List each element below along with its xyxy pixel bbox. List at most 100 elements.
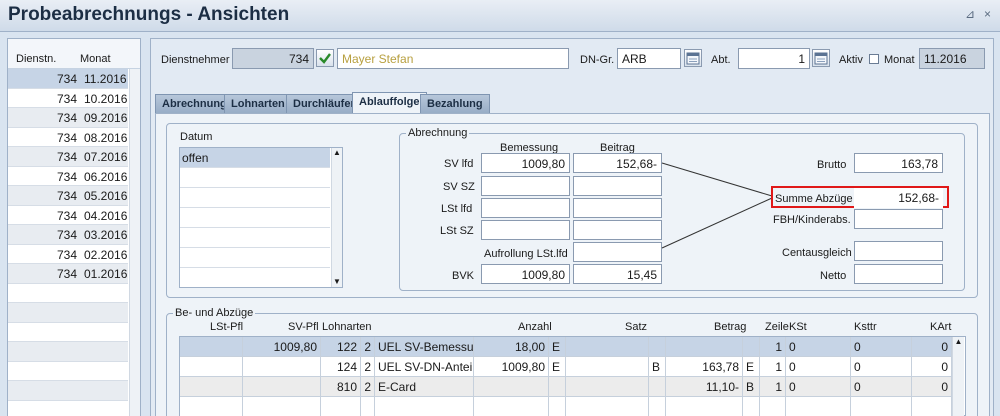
netto-label: Netto [820,270,847,282]
list-item-monat: 08.2016 [84,130,128,145]
dienstnehmer-name-field[interactable]: Mayer Stefan [337,48,569,69]
datum-list[interactable]: offen ▲ ▼ [179,147,343,288]
list-item[interactable]: 734 07.2016 [8,147,128,167]
list-item-monat: 03.2016 [84,228,128,242]
cell-name: UEL SV-Bemessung [375,337,474,357]
col-anzahl[interactable]: Anzahl [518,321,552,333]
col-zeile[interactable]: Zeile [765,321,789,333]
cell-sv [243,357,321,377]
list-item[interactable]: 734 06.2016 [8,167,128,186]
check-icon[interactable] [316,49,334,67]
datum-row[interactable]: offen [180,148,330,168]
abrechnung-title: Abrechnung [406,127,470,139]
list-item[interactable] [8,381,128,401]
cell-kst [786,397,851,416]
list-item-dienstn: 734 [56,189,77,203]
list-item[interactable] [8,362,128,381]
cell-ksttr: 0 [851,357,912,377]
list-item[interactable]: 734 04.2016 [8,206,128,225]
abzuege-title: Be- und Abzüge [173,307,256,319]
datum-row[interactable] [180,188,330,208]
col-betrag[interactable]: Betrag [714,321,746,333]
dngr-label: DN-Gr. [580,54,615,66]
tab-bezahlung[interactable]: Bezahlung [420,94,490,113]
cell-s2 [649,337,666,357]
col-lst-pfl[interactable]: LSt-Pfl [210,321,243,333]
list-item[interactable]: 734 10.2016 [8,89,128,108]
centausgleich-label: Centausgleich [782,247,852,259]
abzuege-scrollbar[interactable]: ▲ [952,337,964,416]
datum-row[interactable] [180,208,330,228]
col-kst[interactable]: KSt [789,321,807,333]
list-item-monat: 02.2016 [84,247,128,262]
cell-b2: B [743,377,760,397]
list-item[interactable]: 734 09.2016 [8,108,128,128]
col-satz[interactable]: Satz [625,321,647,333]
cell-sv [243,377,321,397]
cell-s2: B [649,357,666,377]
col-ksttr[interactable]: Ksttr [854,321,877,333]
summe-abzuege-field: 152,68- [854,188,943,208]
col-sv-pfl[interactable]: SV-Pfl [288,321,319,333]
cell-kart: 0 [912,357,952,377]
cell-b2 [743,397,760,416]
restore-icon[interactable]: ⊿ [965,7,975,21]
close-icon[interactable]: × [984,7,991,21]
datum-row[interactable] [180,168,330,188]
dienstnehmer-nr-field[interactable]: 734 [232,48,314,69]
col-header-dienstn[interactable]: Dienstn. [16,53,56,65]
list-item-monat: 07.2016 [84,150,128,164]
aktiv-checkbox[interactable] [869,54,879,64]
list-item-dienstn: 734 [56,91,77,106]
cell-sv: 1009,80 [243,337,321,357]
table-row[interactable] [180,397,952,416]
list-scrollbar[interactable] [129,69,140,416]
bvk-beitrag: 15,45 [573,264,662,284]
tab-durchlaeufer[interactable]: Durchläufer [286,94,362,113]
list-item[interactable]: 734 11.2016 [8,69,128,89]
list-item-monat: 06.2016 [84,169,128,184]
list-item[interactable] [8,303,128,323]
cell-ksttr: 0 [851,377,912,397]
list-item[interactable]: 734 08.2016 [8,128,128,147]
table-row[interactable]: 1009,801222UEL SV-Bemessung18,00E1000 [180,337,952,357]
list-item-dienstn: 734 [56,130,77,145]
scroll-down-icon[interactable]: ▼ [332,277,342,286]
col-header-monat[interactable]: Monat [80,53,111,65]
abt-field[interactable]: 1 [738,48,810,69]
tab-abrechnung[interactable]: Abrechnung [155,94,234,113]
col-kart[interactable]: KArt [930,321,951,333]
tab-ablauffolge[interactable]: Ablauffolge [352,92,427,114]
cell-la: 122 [321,337,361,357]
cell-x: 2 [361,337,375,357]
cell-zeile: 1 [760,337,786,357]
brutto-field: 163,78 [854,153,943,173]
scroll-up-icon[interactable]: ▲ [953,337,964,346]
list-item[interactable]: 734 02.2016 [8,245,128,264]
list-item[interactable]: 734 01.2016 [8,264,128,284]
col-lohnarten[interactable]: Lohnarten [322,321,372,333]
cell-anzahl: 1009,80 [474,357,549,377]
cell-satz [566,397,649,416]
datum-row[interactable] [180,228,330,248]
cell-betrag [666,397,743,416]
list-item[interactable] [8,401,128,416]
list-item[interactable] [8,323,128,342]
calendar-icon[interactable] [684,49,702,67]
cell-lst [180,337,243,357]
table-row[interactable]: 810 2 E-Card 11,10- B 1 0 0 0 [180,377,952,397]
datum-row[interactable] [180,248,330,268]
datum-scrollbar[interactable]: ▲ ▼ [331,148,342,287]
netto-field [854,264,943,284]
aktiv-label: Aktiv [839,54,863,66]
list-item[interactable] [8,342,128,362]
list-item[interactable]: 734 03.2016 [8,225,128,245]
list-item[interactable]: 734 05.2016 [8,186,128,206]
scroll-up-icon[interactable]: ▲ [332,148,342,157]
list-item[interactable] [8,284,128,303]
lst-lfd-label: LSt lfd [441,203,473,215]
dngr-field[interactable]: ARB [617,48,681,69]
table-row[interactable]: 1242UEL SV-DN-Anteil lfd1009,80EB163,78E… [180,357,952,377]
calendar-icon[interactable] [812,49,830,67]
tab-lohnarten[interactable]: Lohnarten [224,94,292,113]
